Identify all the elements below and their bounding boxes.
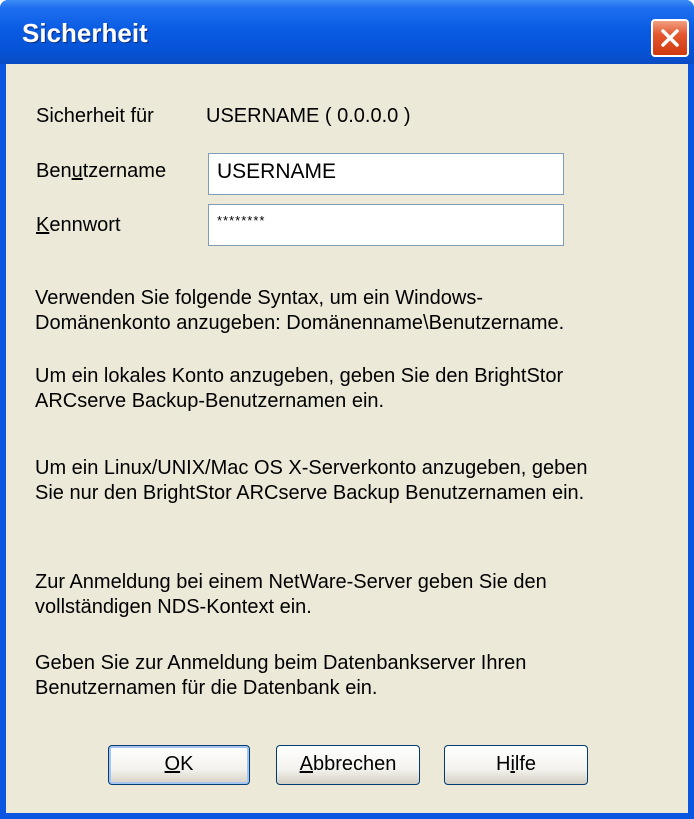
help-text-4b: vollständigen NDS-Kontext ein. xyxy=(35,596,312,618)
username-field[interactable]: USERNAME xyxy=(208,153,564,195)
security-target: USERNAME ( 0.0.0.0 ) xyxy=(206,105,411,127)
help-text-2a: Um ein lokales Konto anzugeben, geben Si… xyxy=(35,365,564,387)
close-icon xyxy=(661,29,679,47)
help-text-5b: Benutzernamen für die Datenbank ein. xyxy=(35,677,378,699)
help-text-3a: Um ein Linux/UNIX/Mac OS X-Serverkonto a… xyxy=(35,457,588,479)
cancel-button[interactable]: Abbrechen xyxy=(276,745,420,785)
help-button[interactable]: Hilfe xyxy=(444,745,588,785)
window-title: Sicherheit xyxy=(22,18,148,48)
security-dialog: Sicherheit Sicherheit für USERNAME ( 0.0… xyxy=(0,0,694,819)
help-text-1b: Domänenkonto anzugeben: Domänenname\Benu… xyxy=(35,312,565,334)
title-bar[interactable]: Sicherheit xyxy=(0,0,694,64)
help-text-5a: Geben Sie zur Anmeldung beim Datenbankse… xyxy=(35,652,527,674)
ok-button[interactable]: OK xyxy=(108,745,250,785)
password-label: Kennwort xyxy=(36,214,121,236)
dialog-body: Sicherheit für USERNAME ( 0.0.0.0 ) Benu… xyxy=(6,64,688,813)
security-for-label: Sicherheit für xyxy=(36,105,154,127)
help-text-4a: Zur Anmeldung bei einem NetWare-Server g… xyxy=(35,571,547,593)
help-text-1a: Verwenden Sie folgende Syntax, um ein Wi… xyxy=(35,287,484,309)
close-button[interactable] xyxy=(651,19,689,57)
password-field[interactable]: ******** xyxy=(208,204,564,246)
help-text-2b: ARCserve Backup-Benutzernamen ein. xyxy=(35,390,385,412)
help-text-3b: Sie nur den BrightStor ARCserve Backup B… xyxy=(35,482,585,504)
username-label: Benutzername xyxy=(36,160,167,182)
